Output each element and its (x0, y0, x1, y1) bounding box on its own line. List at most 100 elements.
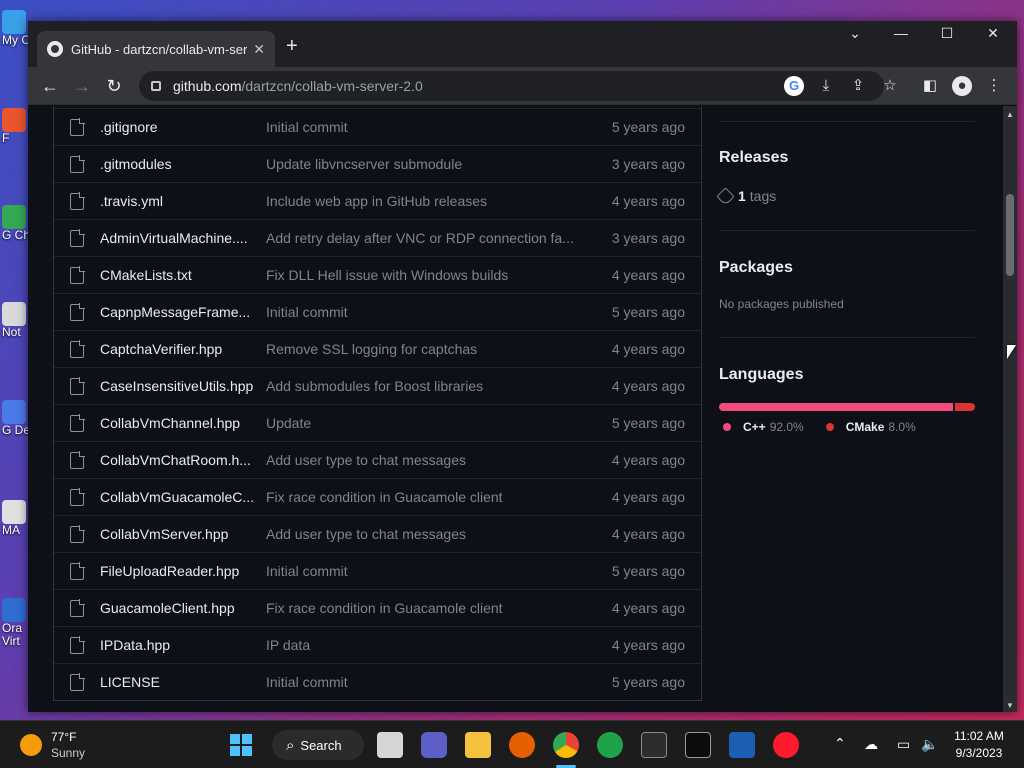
table-row[interactable]: CaptchaVerifier.hpp Remove SSL logging fo… (54, 330, 701, 367)
file-name-link[interactable]: CaseInsensitiveUtils.hpp (100, 378, 266, 394)
file-name-link[interactable]: CapnpMessageFrame... (100, 304, 266, 320)
table-row[interactable]: .travis.yml Include web app in GitHub rel… (54, 182, 701, 219)
file-name-link[interactable]: CollabVmChatRoom.h... (100, 452, 266, 468)
file-name-link[interactable]: CollabVmServer.hpp (100, 526, 266, 542)
file-name-link[interactable]: CollabVmChannel.hpp (100, 415, 266, 431)
table-row[interactable]: FileUploadReader.hpp Initial commit 5 year… (54, 552, 701, 589)
google-lens-icon[interactable]: G (784, 76, 804, 96)
taskbar-search[interactable]: ⌕ Search (272, 730, 364, 760)
chrome-icon[interactable] (553, 732, 579, 758)
table-row[interactable]: CaseInsensitiveUtils.hpp Add submodules f… (54, 367, 701, 404)
desktop-icon[interactable]: MA (2, 500, 30, 540)
commit-message-link[interactable]: Include web app in GitHub releases (266, 193, 581, 209)
commit-message-link[interactable]: Initial commit (266, 674, 581, 690)
desktop-icon[interactable]: Ora Virt (2, 598, 30, 648)
close-window-button[interactable]: ✕ (978, 25, 1008, 42)
windows-start-icon[interactable] (228, 732, 254, 758)
install-app-icon[interactable]: ⤓ (816, 76, 836, 96)
forward-button[interactable]: → (70, 74, 94, 98)
desktop-icon[interactable]: G Ch (2, 205, 30, 245)
back-button[interactable]: ← (38, 74, 62, 98)
table-row[interactable]: CollabVmChannel.hpp Update 5 years ago (54, 404, 701, 441)
commit-message-link[interactable]: Initial commit (266, 304, 581, 320)
scrollbar-thumb[interactable] (1006, 194, 1014, 276)
desktop-icon[interactable]: Not (2, 302, 30, 342)
file-name-link[interactable]: GuacamoleClient.hpp (100, 600, 266, 616)
weather-sun-icon[interactable] (20, 734, 42, 756)
firefox-icon[interactable] (509, 732, 535, 758)
table-row[interactable]: AdminVirtualMachine.... Add retry delay a… (54, 219, 701, 256)
file-name-link[interactable]: LICENSE (100, 674, 266, 690)
app-green-icon[interactable] (597, 732, 623, 758)
opera-icon[interactable] (773, 732, 799, 758)
clock[interactable]: 11:02 AM 9/3/2023 (946, 729, 1012, 760)
file-name-link[interactable]: CMakeLists.txt (100, 267, 266, 283)
table-row[interactable]: CMakeLists.txt Fix DLL Hell issue with Wi… (54, 256, 701, 293)
commit-message-link[interactable]: Initial commit (266, 119, 581, 135)
side-panel-icon[interactable]: ◧ (920, 76, 940, 96)
tags-link[interactable]: 1 tags (716, 186, 776, 206)
monitor-icon[interactable]: ▭ (897, 736, 910, 753)
file-explorer-icon[interactable] (465, 732, 491, 758)
file-name-link[interactable]: AdminVirtualMachine.... (100, 230, 266, 246)
reload-button[interactable]: ↻ (102, 74, 126, 98)
task-view-icon[interactable] (377, 732, 403, 758)
tab-search-icon[interactable]: ⌄ (840, 25, 870, 42)
table-row[interactable]: CollabVmGuacamoleC... Fix race condition … (54, 478, 701, 515)
share-icon[interactable]: ⇪ (848, 76, 868, 96)
table-row[interactable]: .gitmodules Update libvncserver submodule… (54, 145, 701, 182)
table-row[interactable]: GuacamoleClient.hpp Fix race condition in… (54, 589, 701, 626)
scroll-down-arrow-icon[interactable]: ▼ (1006, 701, 1014, 710)
file-name-link[interactable]: CollabVmGuacamoleC... (100, 489, 266, 505)
commit-message-link[interactable]: Add submodules for Boost libraries (266, 378, 581, 394)
scroll-up-arrow-icon[interactable]: ▲ (1006, 110, 1014, 119)
table-row[interactable]: IPData.hpp IP data 4 years ago (54, 626, 701, 663)
table-row[interactable]: .gitignore Initial commit 5 years ago (54, 108, 701, 145)
weather-temp[interactable]: 77°F (51, 730, 76, 744)
file-name-link[interactable]: FileUploadReader.hpp (100, 563, 266, 579)
table-row[interactable]: CollabVmServer.hpp Add user type to chat … (54, 515, 701, 552)
bookmark-star-icon[interactable]: ☆ (880, 76, 900, 96)
weather-desc[interactable]: Sunny (51, 746, 85, 760)
commit-message-link[interactable]: Initial commit (266, 563, 581, 579)
table-row[interactable]: CapnpMessageFrame... Initial commit 5 year… (54, 293, 701, 330)
show-hidden-icons-chevron-icon[interactable]: ⌃ (834, 735, 846, 752)
language-item[interactable]: C++ 92.0% (723, 420, 804, 434)
tab-github[interactable]: GitHub - dartzcn/collab-vm-serve ✕ (37, 31, 275, 67)
minimize-button[interactable]: — (886, 25, 916, 41)
language-item[interactable]: CMake 8.0% (825, 420, 916, 434)
packages-heading[interactable]: Packages (719, 259, 793, 277)
close-tab-icon[interactable]: ✕ (253, 41, 265, 58)
profile-avatar-icon[interactable]: ● (952, 76, 972, 96)
file-name-link[interactable]: .travis.yml (100, 193, 266, 209)
maximize-button[interactable]: ☐ (932, 25, 962, 42)
file-name-link[interactable]: .gitignore (100, 119, 266, 135)
table-row[interactable]: LICENSE Initial commit 5 years ago (54, 663, 701, 700)
commit-message-link[interactable]: Add user type to chat messages (266, 452, 581, 468)
releases-heading[interactable]: Releases (719, 149, 788, 167)
table-row[interactable]: CollabVmChatRoom.h... Add user type to ch… (54, 441, 701, 478)
desktop-icon[interactable]: My C (2, 10, 30, 50)
commit-message-link[interactable]: Update libvncserver submodule (266, 156, 581, 172)
commit-message-link[interactable]: Add user type to chat messages (266, 526, 581, 542)
menu-kebab-icon[interactable]: ⋮ (984, 76, 1004, 96)
commit-message-link[interactable]: Fix DLL Hell issue with Windows builds (266, 267, 581, 283)
vertical-scrollbar[interactable]: ▲ ▼ (1003, 106, 1017, 712)
file-name-link[interactable]: IPData.hpp (100, 637, 266, 653)
commit-message-link[interactable]: Fix race condition in Guacamole client (266, 489, 581, 505)
commit-message-link[interactable]: Add retry delay after VNC or RDP connect… (266, 230, 581, 246)
commit-message-link[interactable]: Remove SSL logging for captchas (266, 341, 581, 357)
file-name-link[interactable]: .gitmodules (100, 156, 266, 172)
desktop-icon[interactable]: F (2, 108, 30, 148)
commit-message-link[interactable]: IP data (266, 637, 581, 653)
file-name-link[interactable]: CaptchaVerifier.hpp (100, 341, 266, 357)
commit-message-link[interactable]: Update (266, 415, 581, 431)
address-bar[interactable]: github.com/dartzcn/collab-vm-server-2.0 (139, 71, 884, 101)
network-offline-icon[interactable]: ☁ (864, 736, 878, 753)
commit-message-link[interactable]: Fix race condition in Guacamole client (266, 600, 581, 616)
virtualbox-icon[interactable] (729, 732, 755, 758)
new-tab-button[interactable]: + (286, 35, 298, 58)
command-prompt-icon[interactable] (685, 732, 711, 758)
teams-chat-icon[interactable] (421, 732, 447, 758)
volume-icon[interactable]: 🔈 (921, 736, 938, 753)
